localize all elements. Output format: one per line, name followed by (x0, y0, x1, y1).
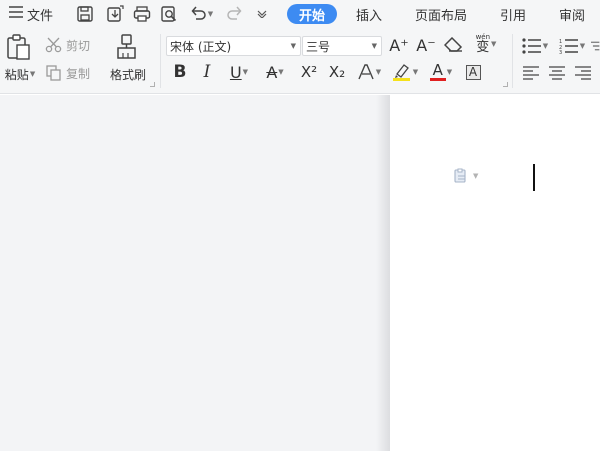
multilevel-list-icon[interactable] (591, 35, 600, 57)
cut-label: 剪切 (66, 38, 91, 53)
font-color-icon: A (432, 61, 443, 79)
character-border-button[interactable]: A (462, 61, 484, 83)
font-color-swatch (429, 78, 446, 81)
text-effect-button[interactable]: ▼ (352, 61, 386, 83)
file-menu-button[interactable]: 文件 (4, 0, 58, 28)
phonetic-guide-button[interactable]: wén 变 ▼ (468, 32, 504, 56)
character-border-icon: A (465, 64, 481, 80)
bullet-list-button[interactable]: ▼ (518, 35, 552, 57)
hamburger-icon (8, 6, 23, 22)
shrink-font-button[interactable]: A⁻ (414, 34, 438, 56)
save-icon[interactable] (74, 0, 96, 28)
subscript-icon: X₂ (328, 63, 346, 81)
bullet-list-icon (522, 38, 541, 54)
shrink-font-icon: A⁻ (416, 35, 436, 55)
undo-icon (191, 6, 206, 20)
redo-icon[interactable] (224, 0, 246, 28)
paste-label: 粘贴 (4, 67, 29, 82)
format-painter-icon[interactable] (112, 32, 142, 62)
align-left-icon[interactable] (520, 64, 542, 82)
superscript-button[interactable]: X² (296, 61, 322, 83)
font-color-button[interactable]: A ▼ (424, 61, 458, 83)
font-name-select[interactable]: 宋体 (正文) ▼ (166, 36, 301, 56)
tab-review[interactable]: 审阅 (550, 0, 594, 28)
text-effect-icon (358, 64, 374, 80)
print-preview-icon[interactable] (158, 0, 180, 28)
font-group-launcher[interactable] (503, 82, 508, 87)
save-as-icon[interactable] (104, 0, 126, 28)
grow-font-icon: A⁺ (389, 35, 409, 55)
underline-button[interactable]: U ▼ (222, 61, 256, 83)
font-name-value: 宋体 (正文) (170, 39, 232, 54)
tab-insert[interactable]: 插入 (346, 0, 392, 28)
copy-icon (46, 65, 61, 81)
paste-options-icon (454, 168, 466, 183)
numbered-list-icon: 123 (559, 39, 578, 54)
font-size-value: 三号 (306, 39, 331, 54)
paste-icon[interactable] (2, 32, 36, 62)
svg-text:3: 3 (559, 50, 562, 54)
page-shadow (376, 95, 390, 451)
strikethrough-icon: A (266, 62, 278, 82)
numbered-list-button[interactable]: 123 ▼ (555, 35, 589, 57)
highlighter-icon (392, 64, 410, 81)
copy-label: 复制 (66, 66, 91, 81)
strikethrough-button[interactable]: A ▼ (258, 61, 292, 83)
format-painter-button[interactable]: 格式刷 (104, 66, 152, 82)
text-cursor (533, 164, 535, 191)
chevron-down-icon: ▼ (290, 42, 296, 50)
highlight-button[interactable]: ▼ (388, 61, 422, 83)
subscript-button[interactable]: X₂ (324, 61, 350, 83)
format-painter-label: 格式刷 (109, 67, 146, 82)
undo-button[interactable]: ▼ (186, 0, 216, 28)
align-right-icon[interactable] (572, 64, 594, 82)
scissors-icon (45, 37, 62, 53)
phonetic-char: 变 (476, 40, 490, 55)
superscript-icon: X² (300, 63, 318, 81)
cut-button[interactable]: 剪切 (45, 36, 101, 54)
document-page[interactable] (390, 95, 600, 451)
group-separator (512, 34, 513, 88)
italic-icon: I (203, 62, 211, 82)
bold-button[interactable]: B (170, 61, 190, 83)
group-separator (160, 34, 161, 88)
font-size-select[interactable]: 三号 ▼ (302, 36, 382, 56)
chevron-down-icon: ▼ (473, 172, 479, 180)
clear-format-icon[interactable] (442, 34, 466, 56)
bold-icon: B (173, 62, 187, 82)
copy-button[interactable]: 复制 (45, 64, 101, 82)
paste-button[interactable]: 粘贴 ▼ (0, 66, 40, 82)
align-center-icon[interactable] (546, 64, 568, 82)
file-menu-label: 文件 (26, 8, 53, 24)
underline-icon: U (229, 62, 242, 82)
clipboard-group-launcher[interactable] (150, 82, 155, 87)
italic-button[interactable]: I (197, 61, 217, 83)
print-icon[interactable] (131, 0, 153, 28)
title-bar: 文件 ▼ 开始 插入 页面布局 引用 审阅 (0, 0, 600, 28)
tab-home[interactable]: 开始 (287, 4, 337, 24)
tab-references[interactable]: 引用 (490, 0, 536, 28)
customize-icon[interactable] (254, 0, 270, 28)
paste-options-button[interactable]: ▼ (453, 168, 478, 184)
grow-font-button[interactable]: A⁺ (387, 34, 411, 56)
chevron-down-icon: ▼ (371, 42, 377, 50)
ribbon-home: 粘贴 ▼ 剪切 复制 格式刷 宋体 (正文) ▼ 三号 ▼ A⁺ A⁻ wén … (0, 28, 600, 94)
tab-page-layout[interactable]: 页面布局 (404, 0, 478, 28)
